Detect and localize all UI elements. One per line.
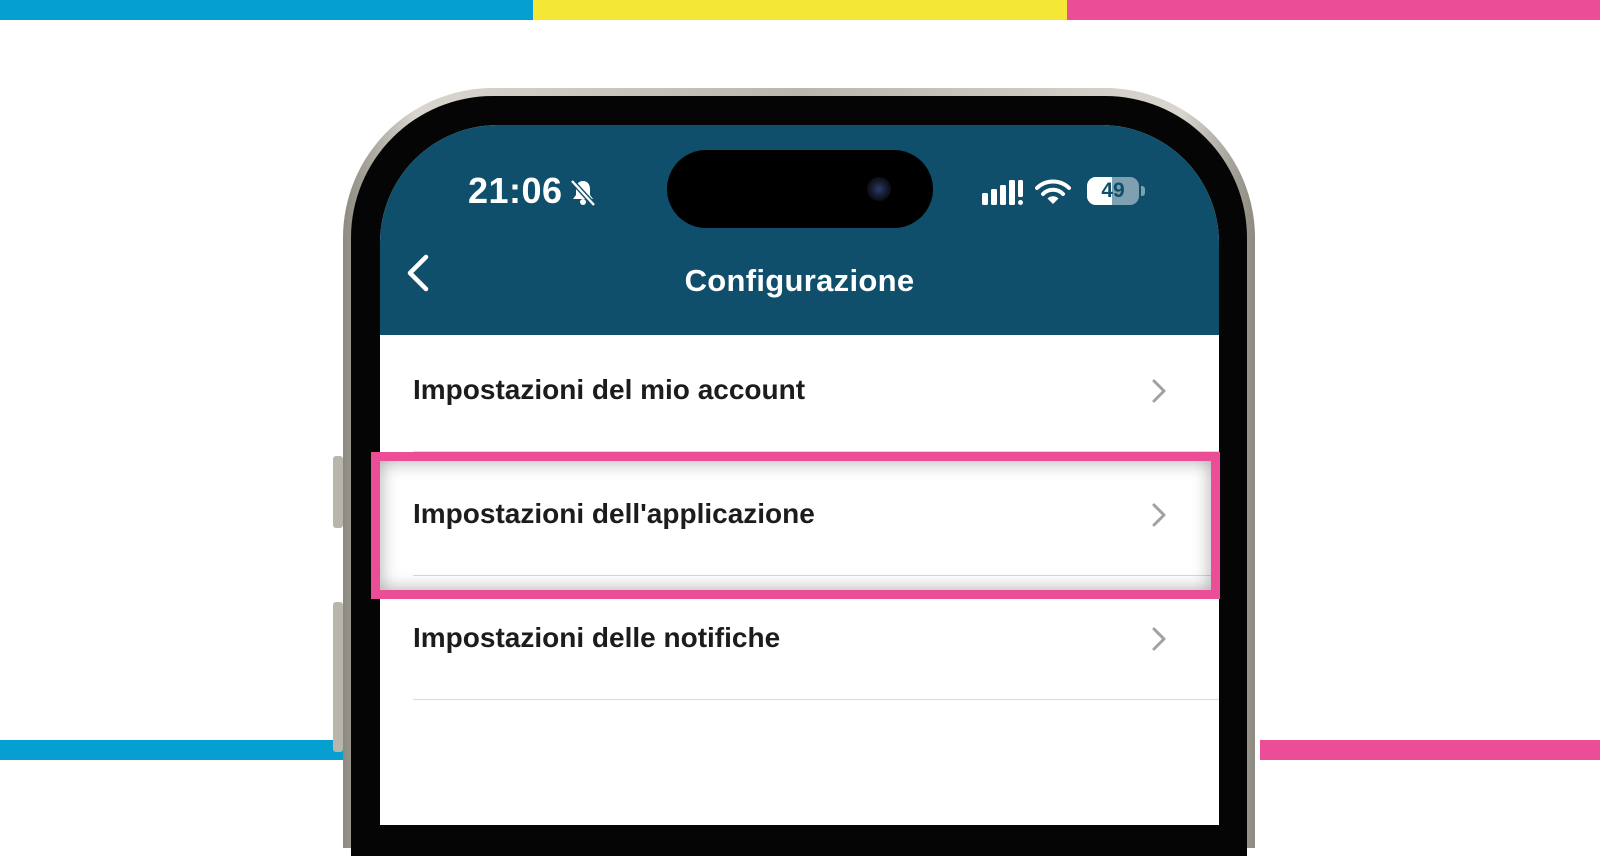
app-header: 21:06 49 Configurazione — [380, 125, 1219, 335]
bell-muted-icon — [570, 179, 596, 207]
bottom-band-pink — [1260, 740, 1600, 760]
phone-action-button — [333, 456, 343, 528]
highlight-frame — [371, 452, 1220, 599]
signal-icon — [982, 180, 1023, 205]
chevron-right-icon — [1152, 379, 1166, 403]
chevron-right-icon — [1152, 627, 1166, 651]
status-time: 21:06 — [468, 170, 563, 211]
top-band-pink — [1067, 0, 1600, 20]
battery-tip — [1141, 186, 1145, 196]
top-band-yellow — [533, 0, 1067, 20]
front-camera — [867, 177, 891, 201]
divider — [413, 699, 1219, 700]
page-title: Configurazione — [684, 263, 915, 298]
wifi-icon — [1035, 179, 1071, 204]
bottom-band-blue — [0, 740, 350, 760]
dynamic-island — [667, 150, 933, 228]
settings-item-account[interactable]: Impostazioni del mio account — [380, 328, 1219, 452]
battery-icon: 49 — [1087, 177, 1139, 205]
settings-item-label: Impostazioni del mio account — [413, 374, 806, 405]
battery-level: 49 — [1101, 179, 1125, 202]
top-band-blue — [0, 0, 533, 20]
phone-volume-button — [333, 602, 343, 752]
